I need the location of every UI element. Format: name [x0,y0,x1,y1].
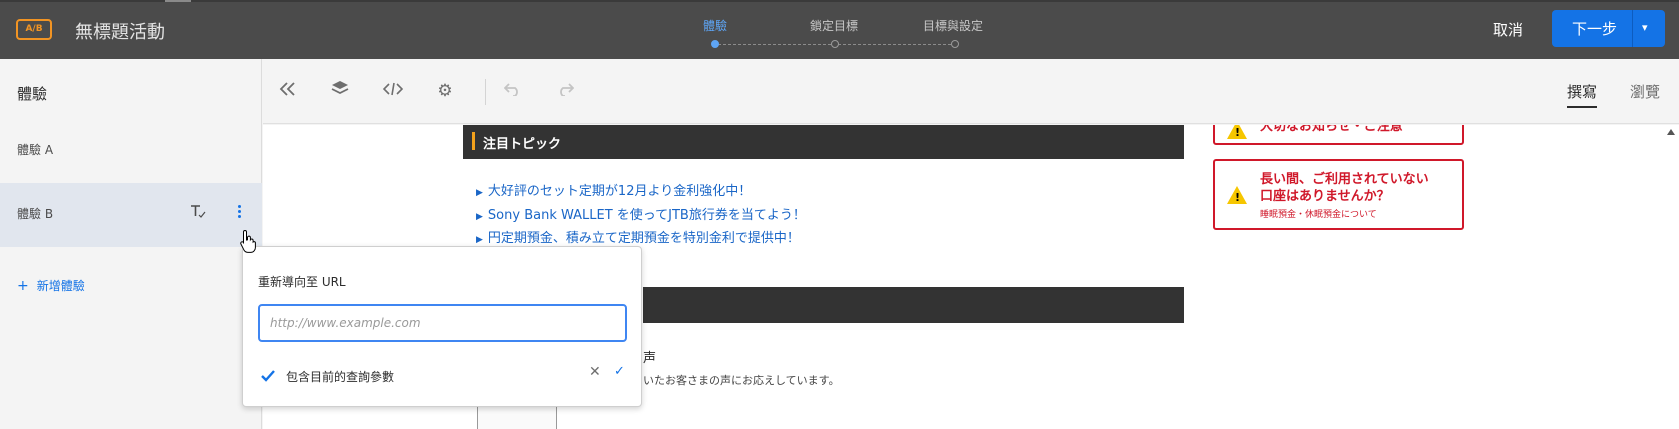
toolbar-divider [485,79,486,105]
next-button-separator [1632,10,1633,47]
notice-headline: 長い間、ご利用されていない口座はありませんか？ [1260,172,1429,204]
cancel-button[interactable]: 取消 [1493,19,1523,40]
topic-heading: 注目トピック [483,137,562,152]
experiences-sidebar: 體驗 體驗 A 體驗 B + 新增體驗 [0,59,262,429]
layers-icon[interactable] [329,80,351,102]
settings-gear-icon[interactable]: ⚙ [434,80,456,102]
notice-headline: 大切なお知らせ・ご注意 [1260,125,1403,134]
topic-link[interactable]: ▶ Sony Bank WALLET を使ってJTB旅行券を当てよう！ [476,204,806,223]
checkmark-icon[interactable]: ✓ [614,364,625,379]
add-experience-button[interactable]: + 新增體驗 [17,277,85,294]
top-edge [0,0,1679,2]
code-icon[interactable] [382,80,404,102]
topic-link-text: Sony Bank WALLET を使ってJTB旅行券を当てよう！ [487,208,806,223]
tab-compose[interactable]: 撰寫 [1567,81,1598,108]
customer-voice-title[interactable]: 声 [643,347,656,366]
scroll-up-arrow-icon[interactable] [1667,129,1675,135]
step-dot-experiences [711,40,719,48]
chevron-down-icon[interactable]: ▾ [1642,21,1648,34]
warning-exclamation: ! [1235,191,1241,204]
customer-voice-text[interactable]: いたお客さまの声にお応えしています。 [643,372,840,388]
step-experiences[interactable]: 體驗 [703,17,727,34]
triangle-bullet-icon: ▶ [476,235,483,245]
topic-link[interactable]: ▶ 円定期預金、積み立て定期預金を特別金利で提供中！ [476,227,800,246]
topic-link[interactable]: ▶ 大好評のセット定期が12月より金利強化中！ [476,180,751,199]
section-heading-bar[interactable] [643,287,1184,323]
topic-link-text: 円定期預金、積み立て定期預金を特別金利で提供中！ [487,231,800,246]
sidebar-item-experience-a[interactable]: 體驗 A [0,119,262,183]
top-edge-marker [165,0,191,2]
sidebar-item-label: 體驗 B [17,207,54,221]
add-experience-label: 新增體驗 [36,279,85,293]
sidebar-heading: 體驗 [17,85,48,103]
step-goals-settings[interactable]: 目標與設定 [923,17,983,34]
notice-box[interactable]: ! 長い間、ご利用されていない口座はありませんか？ 睡眠預金・休眠預金について [1213,159,1464,230]
triangle-bullet-icon: ▶ [476,212,483,222]
hand-cursor-icon [240,229,256,253]
sidebar-item-label: 體驗 A [17,143,54,157]
topic-heading-bar[interactable]: 注目トピック [463,125,1184,159]
ab-test-badge: A/B [16,19,52,40]
editor-toolbar: ⚙ 撰寫 瀏覽 [263,59,1679,124]
tab-browse[interactable]: 瀏覽 [1630,81,1660,102]
redo-icon[interactable] [554,80,576,102]
activity-title[interactable]: 無標題活動 [75,18,165,44]
topic-link-text: 大好評のセット定期が12月より金利強化中！ [487,184,752,199]
include-query-params-label: 包含目前的查詢參數 [286,370,395,384]
step-dot-goals-settings [951,40,959,48]
redirect-url-popover: 重新導向至 URL 包含目前的查詢參數 ✕ ✓ [242,246,642,407]
topic-heading-accent [472,132,475,150]
notice-sublink[interactable]: 睡眠預金・休眠預金について [1260,207,1377,220]
include-query-params-checkbox[interactable] [259,367,276,384]
triangle-bullet-icon: ▶ [476,188,483,198]
redirect-url-label: 重新導向至 URL [258,275,346,289]
undo-icon[interactable] [502,80,524,102]
close-icon[interactable]: ✕ [589,364,601,380]
next-button[interactable]: 下一步 [1572,18,1617,39]
more-options-icon[interactable] [232,203,246,225]
step-dot-targeting [831,40,839,48]
plus-icon: + [17,278,29,294]
sidebar-item-experience-b[interactable]: 體驗 B [0,183,262,247]
top-bar: A/B 無標題活動 體驗 鎖定目標 目標與設定 取消 下一步 ▾ [0,0,1679,59]
notice-box[interactable]: ! 大切なお知らせ・ご注意 [1213,125,1464,145]
collapse-double-chevron-icon[interactable] [277,80,299,102]
step-targeting[interactable]: 鎖定目標 [810,17,858,34]
rename-text-icon[interactable] [190,204,206,222]
warning-exclamation: ! [1235,126,1241,139]
next-button-group: 下一步 ▾ [1552,10,1665,47]
redirect-url-input[interactable] [258,304,627,342]
